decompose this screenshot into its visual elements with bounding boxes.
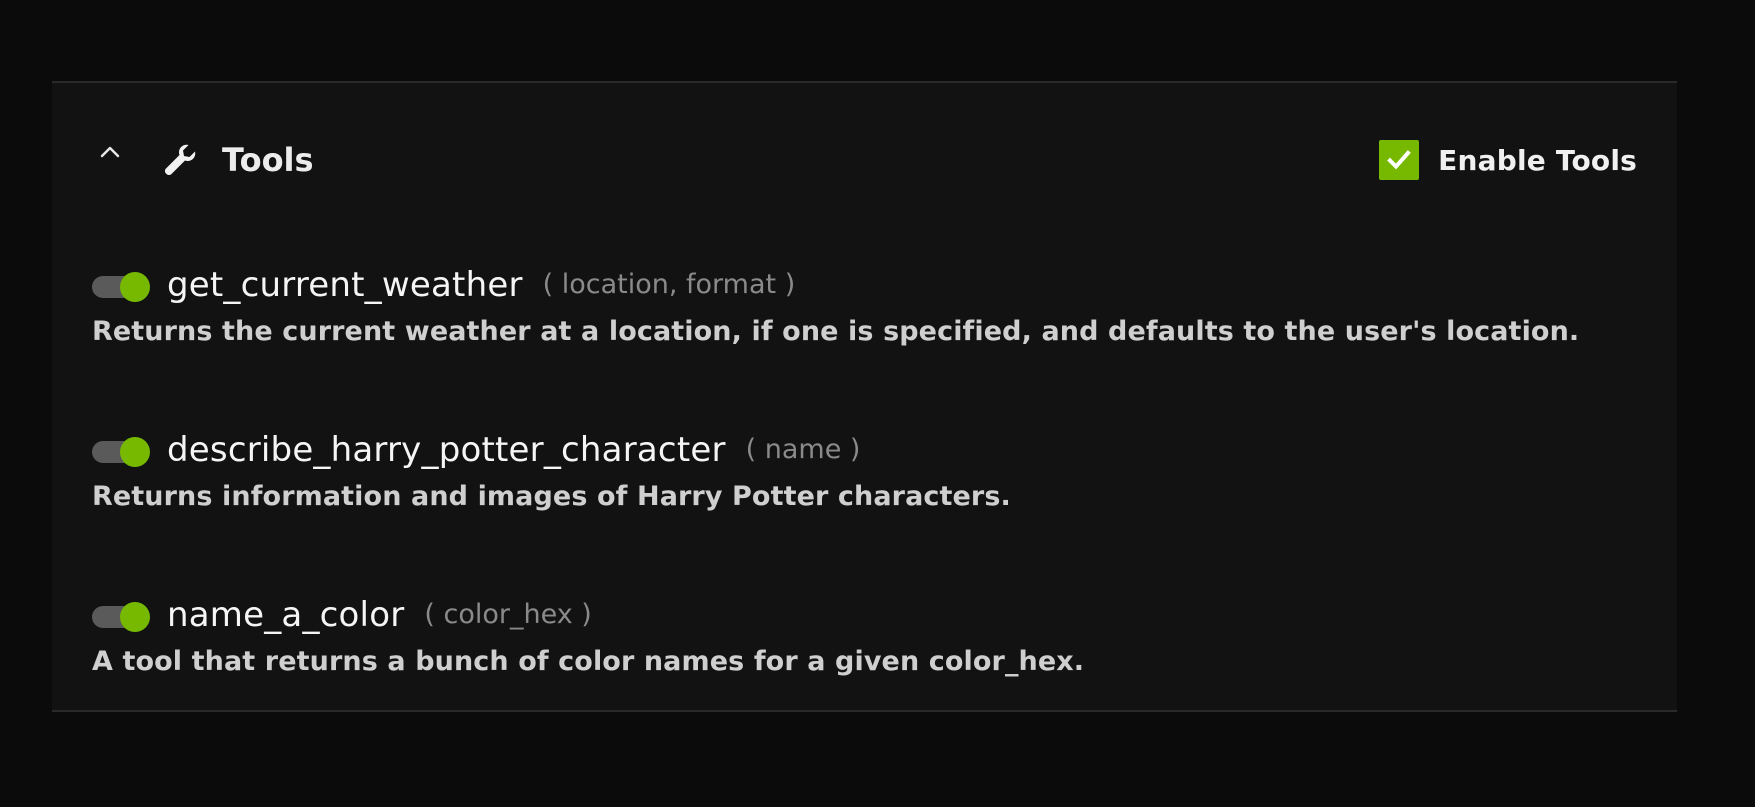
- tool-header: describe_harry_potter_character ( name ): [92, 430, 1652, 470]
- checkmark-icon: [1387, 150, 1411, 170]
- toggle-knob: [120, 272, 150, 302]
- tool-description: A tool that returns a bunch of color nam…: [92, 646, 1085, 677]
- panel-title: Tools: [222, 141, 314, 179]
- tool-description: Returns information and images of Harry …: [92, 481, 1011, 512]
- chevron-up-icon: [100, 146, 120, 158]
- collapse-button[interactable]: [95, 136, 125, 166]
- tool-toggle[interactable]: [92, 437, 150, 467]
- toggle-knob: [120, 437, 150, 467]
- tool-item: get_current_weather ( location, format )…: [92, 265, 1652, 349]
- enable-tools-toggle[interactable]: Enable Tools: [1379, 140, 1637, 180]
- tool-name: get_current_weather: [167, 265, 523, 305]
- enable-tools-checkbox[interactable]: [1379, 140, 1420, 180]
- tool-item: describe_harry_potter_character ( name )…: [92, 430, 1652, 514]
- wrench-icon: [164, 144, 196, 176]
- tool-header: get_current_weather ( location, format ): [92, 265, 1652, 305]
- tool-toggle[interactable]: [92, 602, 150, 632]
- tools-header: Tools Enable Tools: [52, 83, 1677, 180]
- tool-name: name_a_color: [167, 595, 405, 635]
- tool-args: ( name ): [745, 434, 861, 465]
- tool-args: ( color_hex ): [424, 599, 592, 630]
- tool-args: ( location, format ): [542, 269, 796, 300]
- enable-tools-label: Enable Tools: [1438, 143, 1637, 177]
- tool-name: describe_harry_potter_character: [167, 430, 726, 470]
- tool-description: Returns the current weather at a locatio…: [92, 316, 1580, 347]
- tool-toggle[interactable]: [92, 272, 150, 302]
- tools-panel: Tools Enable Tools get_current_weather (…: [52, 81, 1677, 712]
- tool-header: name_a_color ( color_hex ): [92, 595, 1652, 635]
- toggle-knob: [120, 602, 150, 632]
- tool-item: name_a_color ( color_hex ) A tool that r…: [92, 595, 1652, 679]
